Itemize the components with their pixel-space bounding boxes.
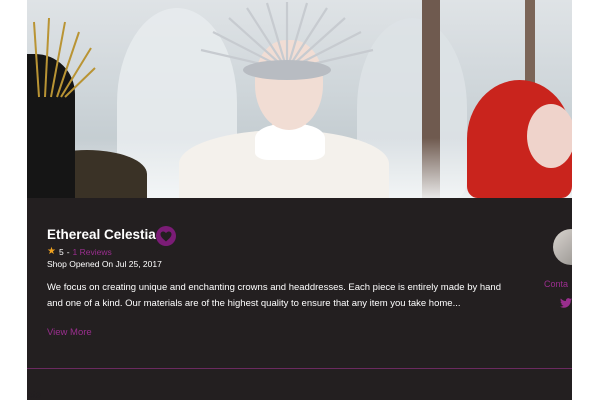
star-icon: ★: [47, 246, 56, 257]
shop-description: We focus on creating unique and enchanti…: [47, 282, 502, 309]
page-margin-left: [0, 0, 27, 400]
view-more-link[interactable]: View More: [47, 327, 92, 338]
shop-info-panel: Ethereal Celestia ★ 5 - 1 Reviews Shop O…: [27, 198, 589, 400]
favorite-shop-button[interactable]: [156, 226, 176, 246]
contact-link[interactable]: Conta: [544, 279, 568, 289]
heart-icon: [160, 231, 172, 241]
page-margin-right: [572, 0, 600, 400]
shop-banner-image: [27, 0, 572, 198]
products-heading-container: cts: [27, 386, 57, 400]
rating-value: 5: [58, 246, 64, 257]
reviews-link[interactable]: 1 Reviews: [73, 247, 112, 257]
right-model-face: [527, 104, 572, 168]
silver-crown-graphic: [200, 2, 374, 80]
twitter-icon[interactable]: [560, 298, 572, 308]
shop-opened-date: Shop Opened On Jul 25, 2017: [47, 259, 162, 269]
shop-name: Ethereal Celestia: [47, 227, 156, 242]
golden-crown-graphic: [33, 17, 96, 98]
rating-row: ★ 5 - 1 Reviews: [47, 246, 112, 257]
products-heading: cts: [27, 390, 42, 400]
section-divider: [27, 368, 572, 369]
rating-separator: -: [66, 246, 70, 257]
